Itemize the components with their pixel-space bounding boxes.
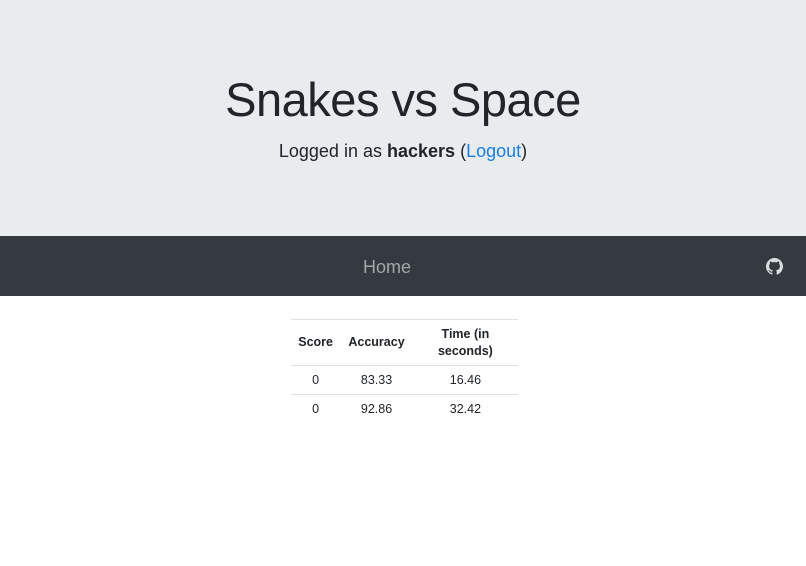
table-row: 0 83.33 16.46 (291, 365, 518, 395)
navbar: Home (0, 236, 806, 296)
cell-accuracy: 83.33 (340, 365, 413, 395)
cell-time: 16.46 (412, 365, 518, 395)
login-prefix: Logged in as (278, 141, 382, 161)
close-paren: ) (521, 141, 528, 161)
column-header-accuracy: Accuracy (340, 319, 413, 366)
cell-score: 0 (291, 365, 341, 395)
scores-table: Score Accuracy Time (in seconds) 0 83.33… (291, 319, 518, 423)
column-header-time: Time (in seconds) (412, 319, 518, 366)
cell-time: 32.42 (412, 394, 518, 423)
username: hackers (386, 141, 456, 161)
table-header-row: Score Accuracy Time (in seconds) (291, 319, 518, 366)
cell-accuracy: 92.86 (340, 394, 413, 423)
page-title: Snakes vs Space (225, 73, 581, 126)
login-status: Logged in as hackers (Logout) (0, 140, 806, 162)
nav-home-link[interactable]: Home (340, 236, 434, 296)
cell-score: 0 (291, 394, 341, 423)
column-header-score: Score (291, 319, 341, 366)
github-icon[interactable] (766, 258, 783, 275)
logout-link[interactable]: Logout (466, 141, 521, 161)
jumbotron: Snakes vs Space Logged in as hackers (Lo… (0, 0, 806, 236)
table-row: 0 92.86 32.42 (291, 394, 518, 423)
